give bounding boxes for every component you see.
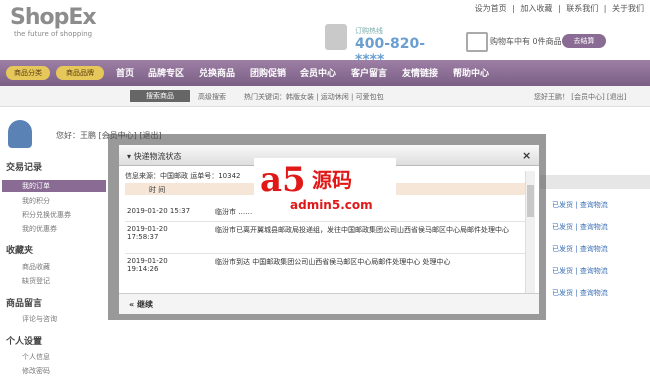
link-about[interactable]: 关于我们	[612, 4, 644, 13]
cart-icon	[466, 32, 488, 52]
nav-groupbuy[interactable]: 团购促销	[250, 66, 286, 79]
sidebar-item-my-orders[interactable]: 我的订单	[22, 181, 50, 191]
sidebar-head-comments: 商品留言	[6, 299, 43, 309]
hot-keywords[interactable]: 热门关键词：韩版女装 | 运动休闲 | 可爱包包	[244, 92, 384, 102]
track-desc: 临汾市已离开翼城县邮政局投递组，发往中国邮政集团公司山西省侯马邮区中心局邮件处理…	[215, 226, 509, 234]
divider: |	[557, 4, 561, 13]
tracking-source-info: 信息来源：中国邮政 运单号：10342	[125, 172, 241, 180]
nav-links[interactable]: 友情链接	[402, 66, 438, 79]
track-link[interactable]: 查询物流	[580, 201, 608, 209]
order-table-header	[540, 175, 650, 189]
track-desc: 临汾市到达 中国邮政集团公司山西省侯马邮区中心局邮件处理中心 处理中心	[215, 258, 451, 266]
link-contact[interactable]: 联系我们	[566, 4, 598, 13]
sidebar-head-orders: 交易记录	[6, 163, 43, 173]
shop-logo[interactable]: ShopEx	[10, 5, 97, 30]
track-link[interactable]: 查询物流	[580, 245, 608, 253]
search-bar: 搜索商品 高级搜索 热门关键词：韩版女装 | 运动休闲 | 可爱包包 您好王鹏！…	[0, 86, 650, 107]
subnav-user[interactable]: 您好王鹏！ [会员中心] [退出]	[534, 92, 626, 102]
continue-button[interactable]: « 继续	[129, 299, 153, 310]
watermark-logo: a5 源码 admin5.com	[254, 158, 396, 216]
track-time: 2019-01-20 17:58:37	[127, 225, 168, 241]
sidebar-item-profile[interactable]: 个人信息	[22, 352, 50, 362]
nav-home[interactable]: 首页	[116, 66, 134, 79]
order-status: 已发货 | 查询物流	[552, 289, 608, 297]
dialog-scrollbar[interactable]	[525, 171, 535, 293]
watermark-url: admin5.com	[290, 198, 373, 212]
divider: |	[512, 4, 515, 13]
sidebar-item-coupons[interactable]: 我的优惠券	[22, 224, 57, 234]
order-status: 已发货 | 查询物流	[552, 245, 608, 253]
close-icon[interactable]: ×	[522, 149, 531, 162]
hotline: 订购热线 400-820-****	[325, 22, 440, 68]
top-header: ShopEx the future of shopping 设为首页 | 加入收…	[0, 0, 650, 68]
sidebar-item-points[interactable]: 我的积分	[22, 196, 50, 206]
column-time-header: 时 间	[149, 186, 166, 194]
nav-member[interactable]: 会员中心	[300, 66, 336, 79]
checkout-button[interactable]: 去结算	[562, 34, 606, 48]
phone-icon	[325, 24, 347, 50]
sidebar-head-favorites: 收藏夹	[6, 246, 34, 256]
advanced-search-link[interactable]: 高级搜索	[198, 92, 226, 102]
link-add-favorite[interactable]: 加入收藏	[520, 4, 552, 13]
dialog-footer: « 继续	[119, 293, 539, 314]
nav-exchange[interactable]: 兑换商品	[199, 66, 235, 79]
search-button[interactable]: 搜索商品	[130, 90, 190, 102]
nav-brand-pill[interactable]: 商品品牌	[56, 66, 104, 80]
track-link[interactable]: 查询物流	[580, 267, 608, 275]
logo-tagline: the future of shopping	[14, 30, 93, 38]
sidebar-item-fav-goods[interactable]: 商品收藏	[22, 262, 50, 272]
cart-summary: 购物车中有 0件商品 去结算	[462, 28, 644, 56]
sidebar-item-points-exchange[interactable]: 积分兑换优惠券	[22, 210, 71, 220]
sidebar-item-password[interactable]: 修改密码	[22, 366, 50, 376]
sidebar-head-settings: 个人设置	[6, 337, 43, 347]
top-links: 设为首页 | 加入收藏 | 联系我们 | 关于我们	[472, 3, 644, 14]
main-nav: 商品分类 商品品牌 首页 品牌专区 兑换商品 团购促销 会员中心 客户留言 友情…	[0, 60, 650, 86]
row-divider	[125, 253, 525, 254]
order-status: 已发货 | 查询物流	[552, 223, 608, 231]
track-link[interactable]: 查询物流	[580, 289, 608, 297]
nav-help[interactable]: 帮助中心	[453, 66, 489, 79]
scrollbar-thumb[interactable]	[527, 185, 534, 217]
dialog-title: ▾ 快递物流状态	[127, 152, 182, 161]
track-time: 2019-01-20 15:37	[127, 207, 191, 215]
watermark-mark: a5	[260, 160, 306, 200]
sidebar-item-reviews[interactable]: 评论与咨询	[22, 314, 57, 324]
divider: |	[603, 4, 607, 13]
cart-text[interactable]: 购物车中有 0件商品	[490, 36, 562, 47]
order-status: 已发货 | 查询物流	[552, 267, 608, 275]
row-divider	[125, 221, 525, 222]
track-link[interactable]: 查询物流	[580, 223, 608, 231]
nav-brands[interactable]: 品牌专区	[148, 66, 184, 79]
nav-category-pill[interactable]: 商品分类	[6, 66, 50, 80]
hotline-label: 订购热线	[355, 27, 383, 35]
avatar	[8, 120, 32, 148]
nav-messages[interactable]: 客户留言	[351, 66, 387, 79]
watermark-text: 源码	[312, 168, 352, 192]
order-status: 已发货 | 查询物流	[552, 201, 608, 209]
sidebar-item-active-bg	[2, 180, 106, 192]
link-set-homepage[interactable]: 设为首页	[475, 4, 507, 13]
sidebar-item-out-of-stock[interactable]: 缺货登记	[22, 276, 50, 286]
track-time: 2019-01-20 19:14:26	[127, 257, 168, 273]
